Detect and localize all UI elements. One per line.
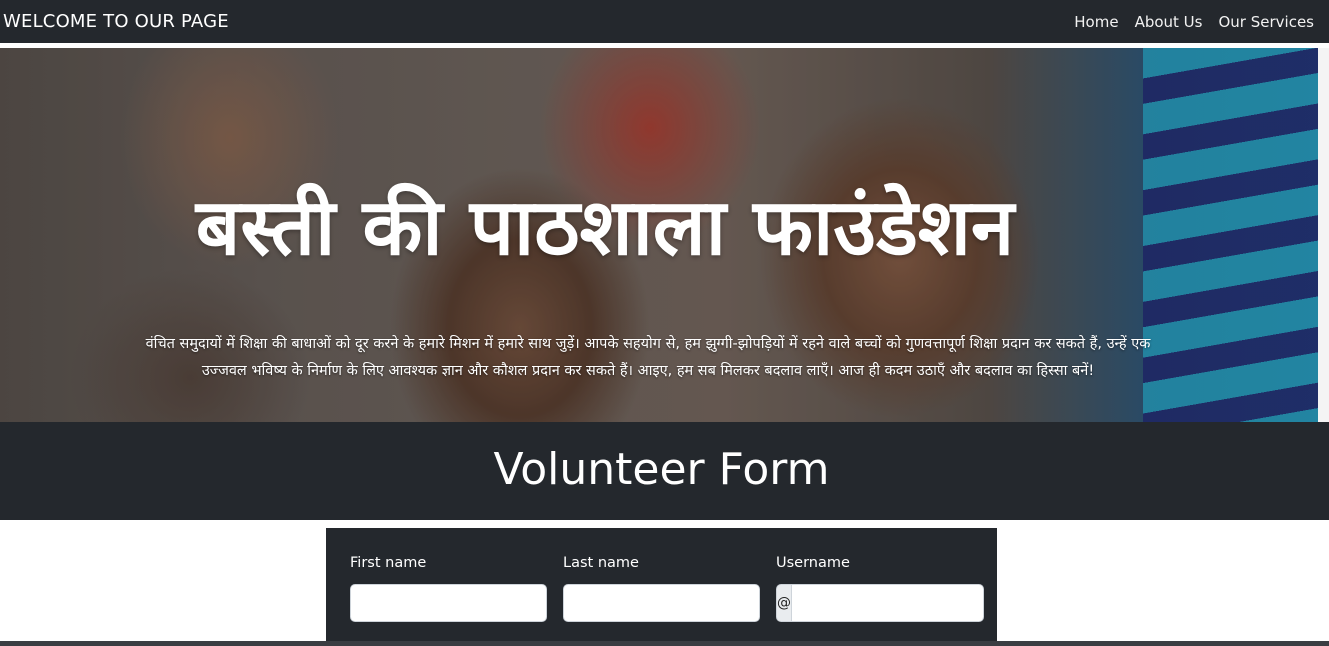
form-heading: Volunteer Form	[493, 444, 830, 495]
nav-link-home[interactable]: Home	[1074, 13, 1118, 31]
page-scrollbar[interactable]	[1318, 48, 1329, 422]
hero-banner: बस्ती की पाठशाला फाउंडेशन वंचित समुदायों…	[0, 48, 1318, 422]
top-navbar: WELCOME TO OUR PAGE Home About Us Our Se…	[0, 0, 1329, 43]
username-input-group: @	[776, 584, 984, 622]
first-name-label: First name	[350, 555, 427, 571]
bottom-edge	[0, 641, 1329, 646]
username-label: Username	[776, 555, 850, 571]
nav-links: Home About Us Our Services	[1058, 13, 1329, 31]
navbar-brand[interactable]: WELCOME TO OUR PAGE	[0, 11, 229, 32]
last-name-label: Last name	[563, 555, 639, 571]
nav-link-about-us[interactable]: About Us	[1135, 13, 1203, 31]
volunteer-form: First name Last name Username @	[326, 528, 997, 646]
nav-link-our-services[interactable]: Our Services	[1218, 13, 1314, 31]
hero-description: वंचित समुदायों में शिक्षा की बाधाओं को द…	[145, 335, 1151, 379]
hero-title: बस्ती की पाठशाला फाउंडेशन	[195, 183, 1015, 273]
last-name-input[interactable]	[563, 584, 760, 622]
at-sign-addon: @	[776, 584, 791, 622]
first-name-input[interactable]	[350, 584, 547, 622]
username-input[interactable]	[791, 584, 984, 622]
